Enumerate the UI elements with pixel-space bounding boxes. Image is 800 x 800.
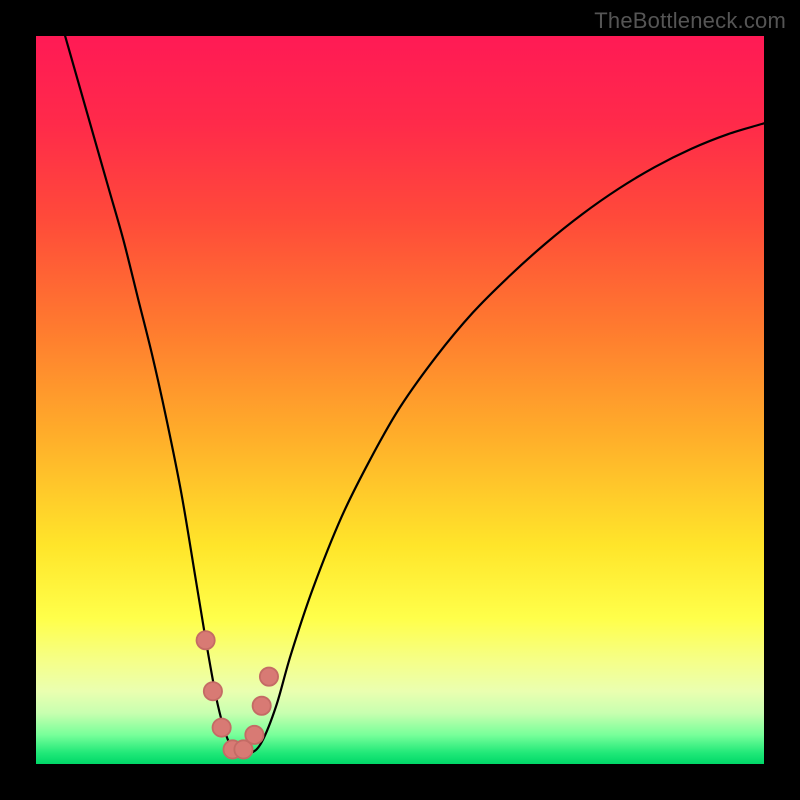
highlight-dot [260, 668, 278, 686]
highlight-dots [197, 631, 279, 758]
highlight-dot [204, 682, 222, 700]
bottleneck-curve [65, 36, 764, 754]
plot-area [36, 36, 764, 764]
highlight-dot [213, 719, 231, 737]
highlight-dot [197, 631, 215, 649]
chart-frame: TheBottleneck.com [0, 0, 800, 800]
watermark-text: TheBottleneck.com [594, 8, 786, 34]
highlight-dot [245, 726, 263, 744]
curve-layer [36, 36, 764, 764]
highlight-dot [253, 697, 271, 715]
